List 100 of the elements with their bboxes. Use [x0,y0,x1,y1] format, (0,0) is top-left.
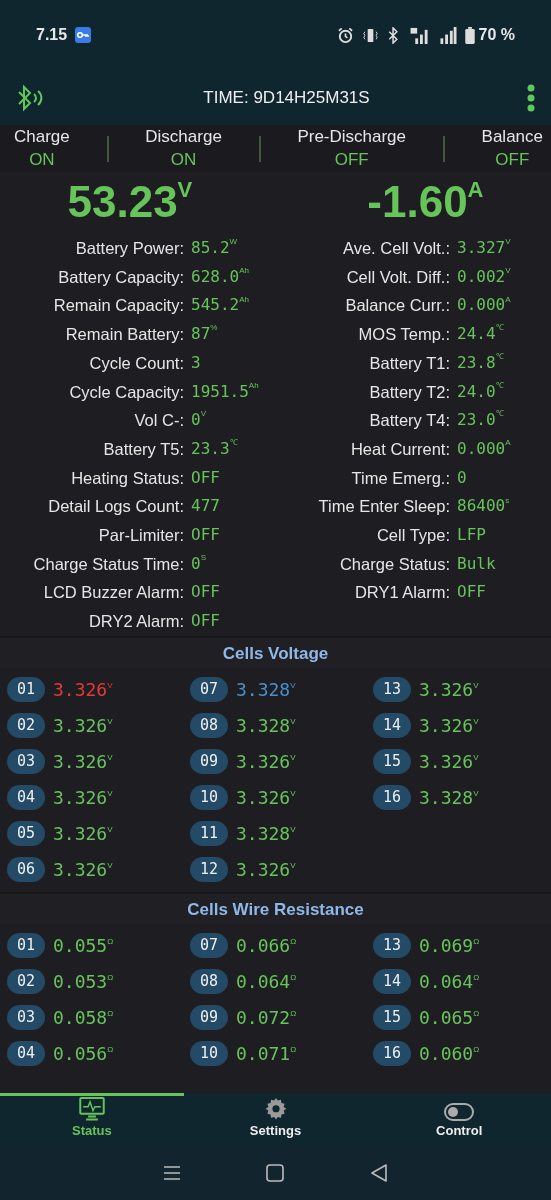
nav-tab[interactable]: Control [367,1093,551,1145]
cell-number: 16 [373,785,411,811]
wire-resistance: 0.056$^{Ω}$ [53,1042,114,1067]
stat-label: Heating Status: [71,468,184,487]
stat-label: Time Emerg.: [351,468,450,487]
stat-label: Battery T2: [369,382,450,401]
switch-state: OFF [494,148,531,171]
switch-label: Balance [481,126,543,149]
cell-number: 14 [373,969,411,995]
home-icon[interactable] [266,1163,285,1182]
cell-number: 01 [7,933,45,959]
switch-state: ON [169,148,198,171]
cell-number: 16 [373,1041,411,1067]
alarm-icon [336,26,354,44]
wire-resistance: 0.064$^{Ω}$ [419,970,480,995]
stat-label: Remain Capacity: [53,296,184,315]
switch-label: Charge [14,126,70,149]
wire-resistance: 0.064$^{Ω}$ [236,970,297,995]
stat-value: 23.8$^{℃}$ [457,352,504,372]
stat-label: Cycle Capacity: [69,382,184,401]
wire-resistance: 0.055$^{Ω}$ [53,934,114,959]
cell-number: 13 [373,677,411,703]
stat-value: 87$^{%}$ [191,324,218,344]
cell-number: 15 [373,749,411,775]
stat-value: 24.0$^{℃}$ [457,381,504,401]
stat-value: OFF [191,525,220,545]
cell-voltage: 3.326$^{V}$ [53,678,113,703]
cell-number: 02 [7,713,45,739]
stat-label: Charge Status Time: [33,554,184,573]
stat-label: Balance Curr.: [345,296,450,315]
cell-number: 06 [7,857,45,883]
cell-voltage: 3.326$^{V}$ [236,750,296,775]
stat-label: Remain Battery: [65,325,184,344]
stat-value: 628.0$^{Ah}$ [191,266,249,286]
stat-value: 0.002$^{V}$ [457,266,511,286]
stat-label: Detail Logs Count: [48,497,184,516]
wire-resistance: 0.072$^{Ω}$ [236,1006,297,1031]
cell-number: 08 [190,969,228,995]
cell-voltage: 3.326$^{V}$ [53,714,113,739]
cell-voltage: 3.326$^{V}$ [53,858,113,883]
cell-number: 13 [373,933,411,959]
clock-time: 7.15 [36,25,68,45]
stat-value: 0$^{V}$ [191,410,206,430]
cell-number: 04 [7,785,45,811]
cell-voltage: 3.326$^{V}$ [419,714,479,739]
stat-value: OFF [191,582,220,602]
stat-label: Cycle Count: [89,353,184,372]
uptime-title: TIME: 9D14H25M31S [203,86,370,109]
cell-voltage: 3.326$^{V}$ [53,786,113,811]
back-icon[interactable] [370,1163,389,1182]
cell-voltage: 3.328$^{V}$ [419,786,479,811]
heartbeat-monitor-icon [78,1097,105,1121]
stat-value: 24.4$^{℃}$ [457,324,504,344]
stat-label: MOS Temp.: [358,325,450,344]
nav-tab[interactable]: Settings [183,1093,368,1145]
cell-number: 09 [190,749,228,775]
stat-value: 0.000$^{A}$ [457,295,511,315]
stat-value: 85.2$^{W}$ [191,238,238,257]
voltage-reading: 53.23$^{V}$ [67,180,193,228]
wire-resistance: 0.069$^{Ω}$ [419,934,480,959]
stat-label: Battery Power: [75,239,184,257]
cell-number: 11 [190,821,228,847]
cell-number: 03 [7,749,45,775]
cell-voltage: 3.326$^{V}$ [53,822,113,847]
cell-number: 02 [7,969,45,995]
more-menu-icon[interactable] [527,83,535,112]
signal-icon [438,26,457,44]
stat-value: OFF [191,611,220,631]
cell-number: 08 [190,713,228,739]
switch-label: Pre-Discharge [297,126,407,149]
cell-number: 07 [190,933,228,959]
switch-label: Discharge [145,126,222,149]
cell-number: 04 [7,1041,45,1067]
cell-number: 01 [7,677,45,703]
cell-number: 05 [7,821,45,847]
toggle-icon [444,1102,475,1121]
vibrate-icon [361,26,379,44]
stat-value: 3.327$^{V}$ [457,238,511,257]
signal-icon [408,26,431,44]
wire-resistance: 0.058$^{Ω}$ [53,1006,114,1031]
cell-number: 10 [190,785,228,811]
stat-label: DRY2 Alarm: [88,612,184,631]
switch-state: ON [28,148,56,171]
stat-value: 477 [191,496,220,516]
cell-voltage: 3.326$^{V}$ [236,858,296,883]
wire-resistance: 0.066$^{Ω}$ [236,934,297,959]
cell-voltage: 3.326$^{V}$ [236,786,296,811]
wire-resistance: 0.060$^{Ω}$ [419,1042,480,1067]
stat-value: LFP [457,525,486,545]
stat-label: Vol C-: [134,411,184,430]
stat-label: Battery T1: [369,353,450,372]
stat-label: Par-Limiter: [98,526,184,545]
cell-number: 07 [190,677,228,703]
stat-value: 545.2$^{Ah}$ [191,295,249,315]
stat-value: 0.000$^{A}$ [457,438,511,458]
wire-resistance: 0.071$^{Ω}$ [236,1042,297,1067]
wire-resistance: 0.053$^{Ω}$ [53,970,114,995]
stat-label: Cell Type: [376,526,450,545]
stat-value: 23.0$^{℃}$ [457,410,504,430]
recent-apps-icon[interactable] [162,1164,181,1181]
